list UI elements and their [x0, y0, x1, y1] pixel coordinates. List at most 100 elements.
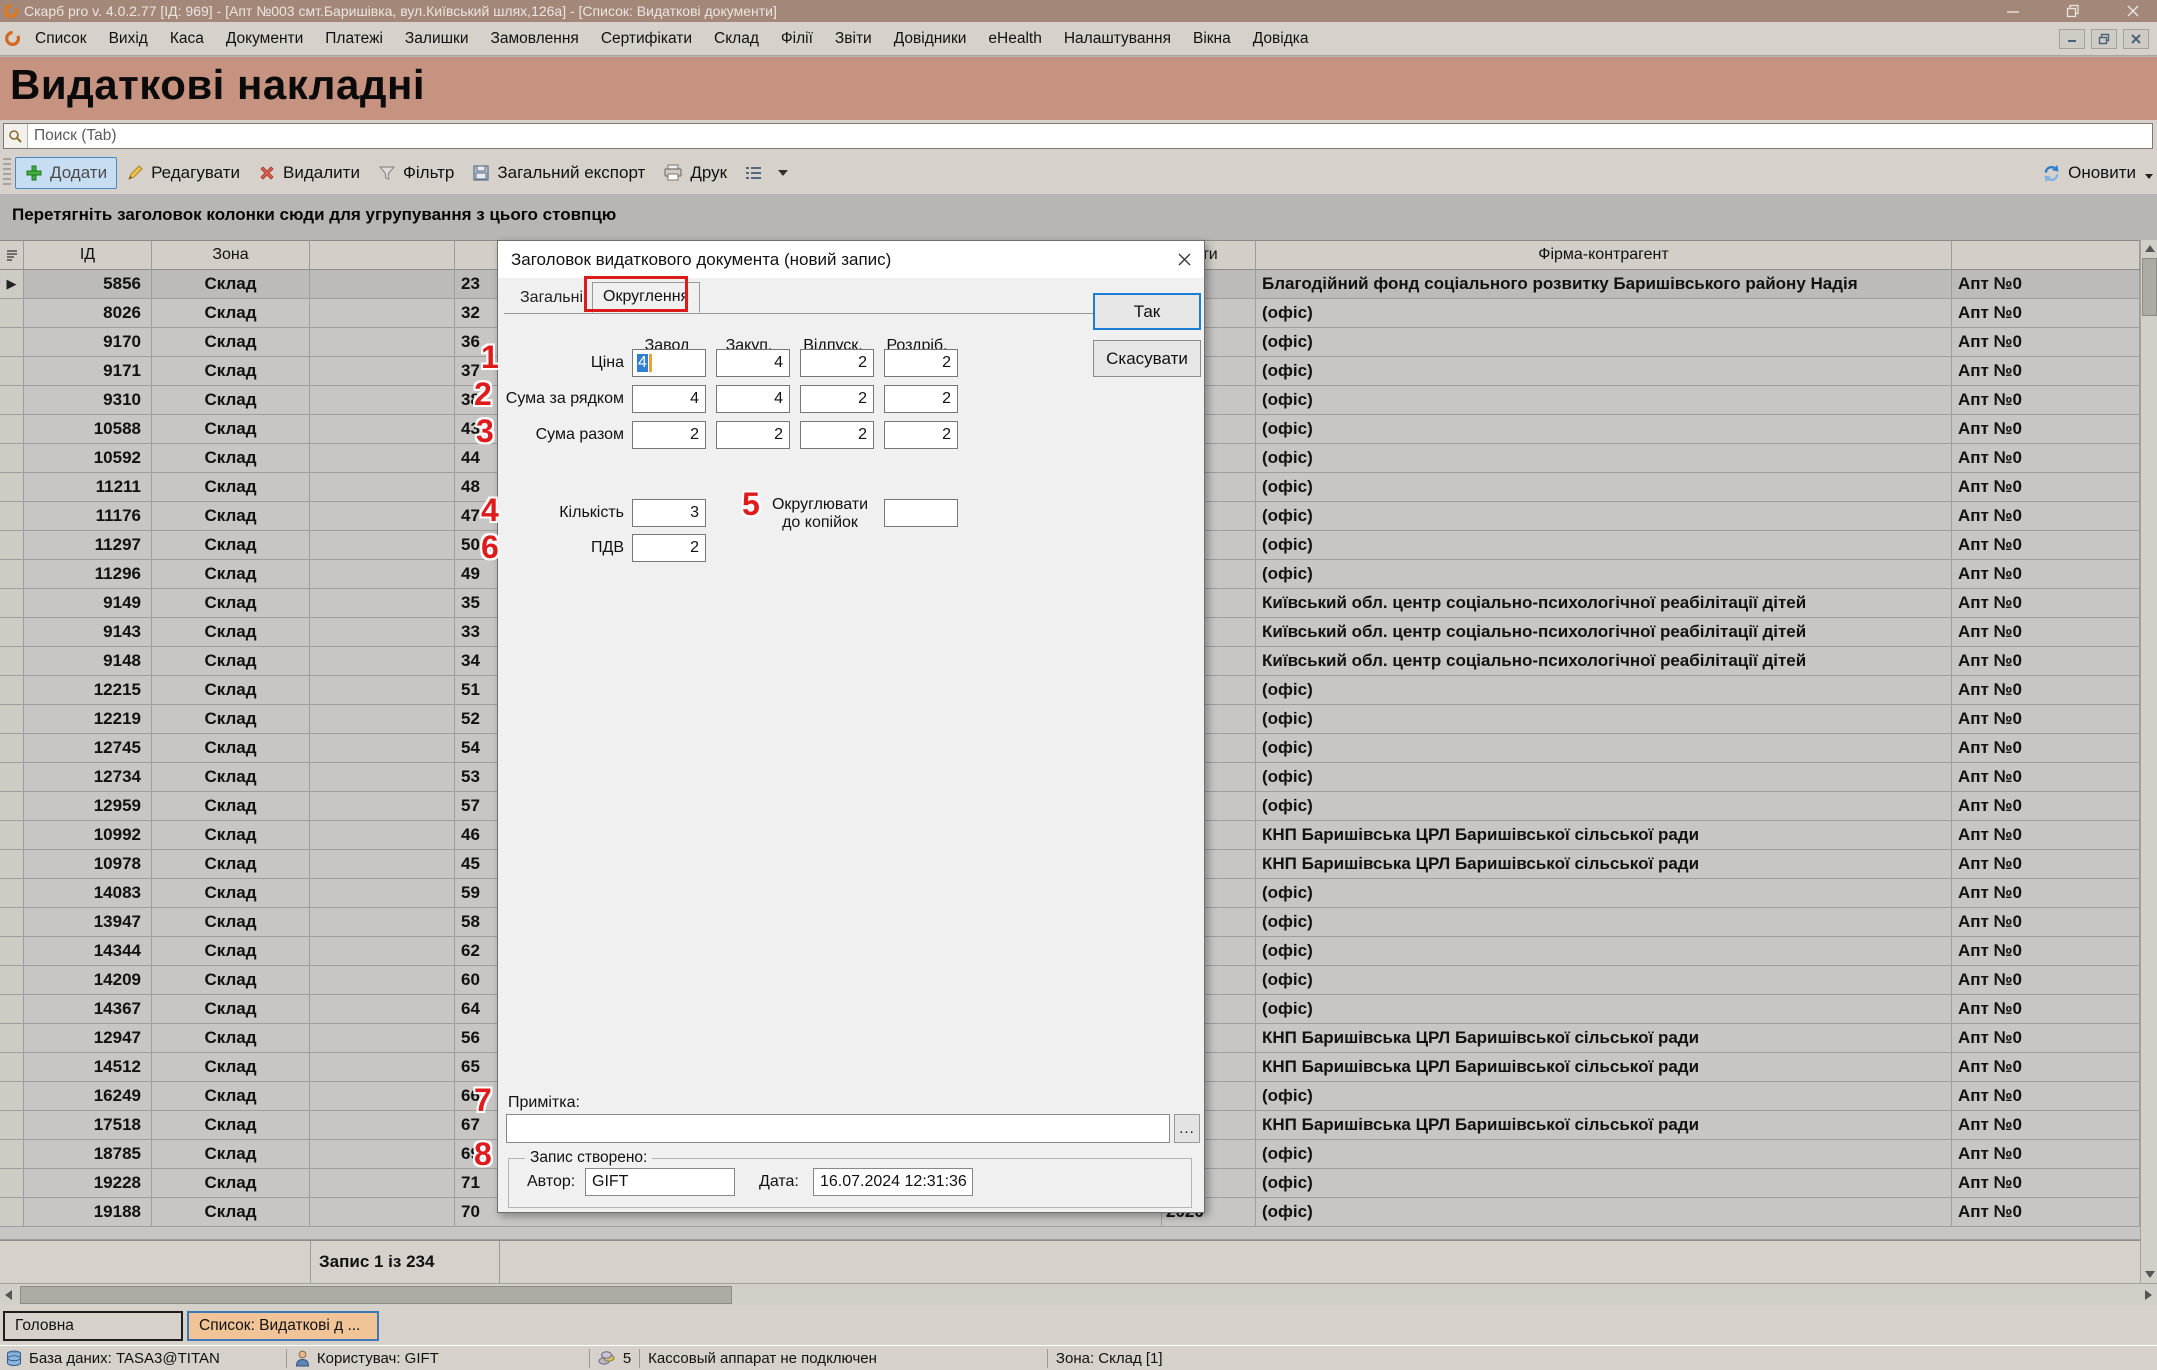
vertical-scroll-thumb[interactable]	[2142, 258, 2157, 316]
price-zakup-field[interactable]: 4	[716, 349, 790, 377]
column-header-zone[interactable]: Зона	[152, 240, 310, 270]
annotation-8: 8	[474, 1138, 492, 1170]
edit-button[interactable]: Редагувати	[117, 158, 249, 188]
tab-general[interactable]: Загальні	[510, 284, 593, 313]
scroll-right-icon[interactable]	[2140, 1286, 2157, 1303]
line-sum-zavod-field[interactable]: 4	[632, 385, 706, 413]
author-field[interactable]: GIFT	[585, 1168, 735, 1196]
cell-blank	[310, 676, 455, 705]
note-field[interactable]	[506, 1114, 1170, 1143]
vertical-scrollbar[interactable]	[2140, 240, 2157, 1283]
total-sum-zakup-field[interactable]: 2	[716, 421, 790, 449]
layout-list-button[interactable]	[736, 160, 772, 186]
tab-list-vydatkovi[interactable]: Список: Видаткові д ...	[187, 1311, 379, 1341]
price-rozdrib-field[interactable]: 2	[884, 349, 958, 377]
round-to-kopecks-field[interactable]	[884, 499, 958, 527]
floppy-icon	[472, 164, 490, 182]
note-more-button[interactable]: ...	[1174, 1114, 1200, 1143]
row-indicator: ▶	[0, 589, 24, 618]
scroll-left-icon[interactable]	[0, 1286, 17, 1303]
print-button[interactable]: Друк	[654, 158, 736, 188]
cell-apt: Апт №0	[1952, 357, 2140, 386]
quantity-field[interactable]: 3	[632, 499, 706, 527]
status-zone: Зона: Склад [1]	[1056, 1350, 1163, 1367]
menu-item[interactable]: Залишки	[394, 25, 480, 53]
window-close-icon[interactable]	[2125, 4, 2141, 18]
total-sum-vidpusk-field[interactable]: 2	[800, 421, 874, 449]
dialog-close-icon[interactable]	[1164, 241, 1204, 278]
date-field[interactable]: 16.07.2024 12:31:36	[813, 1168, 973, 1196]
annotation-6: 6	[481, 531, 499, 563]
row-indicator: ▶	[0, 270, 24, 299]
cell-apt: Апт №0	[1952, 589, 2140, 618]
mdi-close-icon[interactable]	[2123, 29, 2149, 49]
cell-firm: (офіс)	[1256, 473, 1952, 502]
window-minimize-icon[interactable]	[2005, 4, 2021, 18]
delete-button[interactable]: Видалити	[249, 158, 369, 188]
horizontal-scrollbar[interactable]	[0, 1283, 2157, 1305]
add-button[interactable]: Додати	[15, 157, 117, 189]
row-indicator: ▶	[0, 850, 24, 879]
menu-item[interactable]: Документи	[215, 25, 314, 53]
printer-icon	[663, 164, 683, 182]
cell-apt: Апт №0	[1952, 850, 2140, 879]
dropdown-caret-icon[interactable]	[778, 170, 788, 176]
cell-blank	[310, 473, 455, 502]
total-sum-rozdrib-field[interactable]: 2	[884, 421, 958, 449]
menu-item[interactable]: Сертифікати	[590, 25, 703, 53]
cell-id: 12959	[24, 792, 152, 821]
mdi-minimize-icon[interactable]	[2059, 29, 2085, 49]
menu-item[interactable]: Довідники	[883, 25, 978, 53]
cell-id: 9171	[24, 357, 152, 386]
cell-id: 10992	[24, 821, 152, 850]
cell-blank	[310, 966, 455, 995]
menu-item[interactable]: Вікна	[1182, 25, 1242, 53]
vat-field[interactable]: 2	[632, 534, 706, 562]
menu-item[interactable]: Список	[24, 25, 98, 53]
scroll-down-icon[interactable]	[2141, 1266, 2157, 1283]
scroll-up-icon[interactable]	[2141, 240, 2157, 257]
cancel-button[interactable]: Скасувати	[1093, 340, 1201, 377]
row-indicator: ▶	[0, 1082, 24, 1111]
search-placeholder: Поиск (Tab)	[28, 127, 117, 145]
menu-item[interactable]: Каса	[159, 25, 215, 53]
column-header-firm[interactable]: Фірма-контрагент	[1256, 240, 1952, 270]
menu-item[interactable]: Звіти	[824, 25, 883, 53]
menu-item[interactable]: eHealth	[977, 25, 1052, 53]
menu-item[interactable]: Платежі	[314, 25, 394, 53]
search-input[interactable]: Поиск (Tab)	[3, 123, 2153, 149]
mdi-restore-icon[interactable]	[2091, 29, 2117, 49]
status-cash-register: Кассовый аппарат не подключен	[648, 1350, 877, 1367]
export-button[interactable]: Загальний експорт	[463, 158, 654, 188]
window-restore-icon[interactable]	[2065, 4, 2081, 18]
filter-button[interactable]: Фільтр	[369, 158, 463, 188]
price-vidpusk-field[interactable]: 2	[800, 349, 874, 377]
cell-blank	[310, 386, 455, 415]
line-sum-zakup-field[interactable]: 4	[716, 385, 790, 413]
total-sum-zavod-field[interactable]: 2	[632, 421, 706, 449]
cell-apt: Апт №0	[1952, 1198, 2140, 1227]
menu-item[interactable]: Довідка	[1242, 25, 1320, 53]
toolbar-grip[interactable]	[3, 158, 11, 188]
tab-home[interactable]: Головна	[3, 1311, 183, 1341]
column-header-id[interactable]: ІД	[24, 240, 152, 270]
row-indicator: ▶	[0, 1053, 24, 1082]
line-sum-rozdrib-field[interactable]: 2	[884, 385, 958, 413]
ok-button[interactable]: Так	[1093, 293, 1201, 330]
menu-item[interactable]: Налаштування	[1053, 25, 1182, 53]
menu-item[interactable]: Вихід	[98, 25, 159, 53]
row-indicator: ▶	[0, 821, 24, 850]
price-zavod-field[interactable]: 4	[632, 349, 706, 377]
line-sum-vidpusk-field[interactable]: 2	[800, 385, 874, 413]
cell-firm: (офіс)	[1256, 966, 1952, 995]
column-header-apt[interactable]	[1952, 240, 2140, 270]
column-header-blank[interactable]	[310, 240, 455, 270]
refresh-button[interactable]: Оновити	[2033, 158, 2157, 188]
menu-item[interactable]: Замовлення	[479, 25, 589, 53]
record-created-group: Запис створено: Автор: GIFT Дата: 16.07.…	[508, 1158, 1192, 1208]
column-chooser-icon[interactable]	[0, 240, 24, 270]
horizontal-scroll-thumb[interactable]	[20, 1286, 732, 1304]
menu-bar: Список Вихід Каса Документи Платежі Зали…	[0, 22, 2157, 56]
menu-item[interactable]: Філії	[770, 25, 824, 53]
menu-item[interactable]: Склад	[703, 25, 770, 53]
